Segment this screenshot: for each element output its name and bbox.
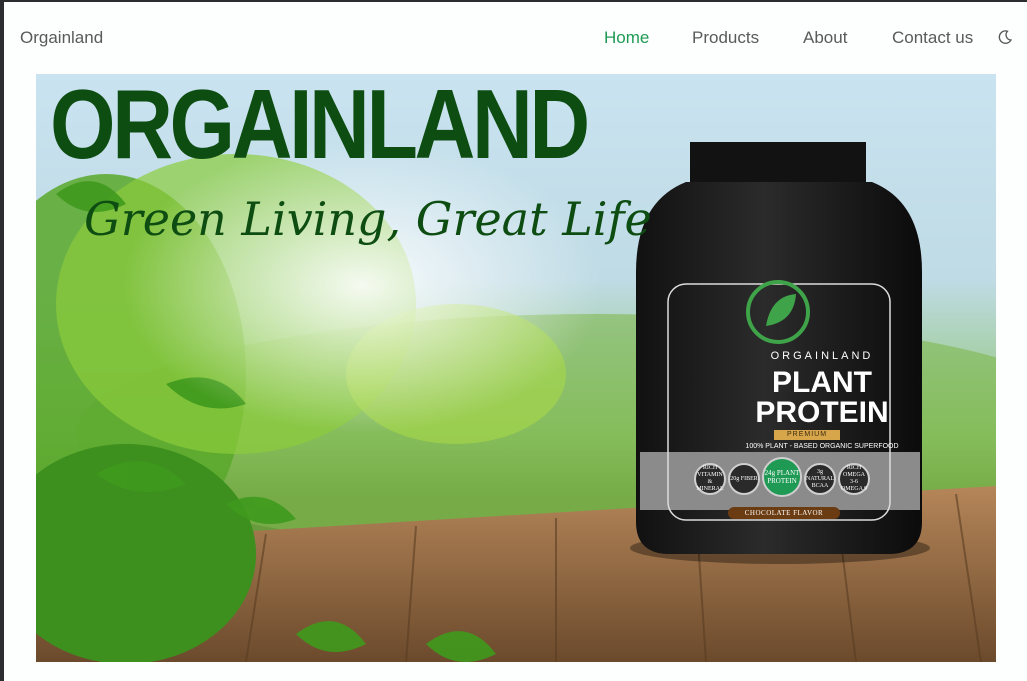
- badge-bcaa: 3g NATURAL BCAA: [804, 463, 836, 495]
- badge-vitamin: RICH VITAMIN & MINERAL: [694, 463, 726, 495]
- product-subtitle: 100% PLANT - BASED ORGANIC SUPERFOOD: [745, 443, 899, 450]
- hero-banner: ORGAINLAND Green Living, Great Life ORGA…: [36, 74, 996, 662]
- product-title: PLANT PROTEIN: [682, 368, 962, 428]
- nav-home[interactable]: Home: [604, 28, 649, 48]
- hero-title: ORGAINLAND: [50, 74, 590, 179]
- hero-tagline: Green Living, Great Life: [84, 192, 652, 246]
- badge-protein: 24g PLANT PROTEIN: [762, 457, 802, 497]
- badge-fiber: 20g FIBER: [728, 463, 760, 495]
- product-flavor: CHOCOLATE FLAVOR: [728, 507, 840, 519]
- page: Orgainland Home Products About Contact u…: [4, 2, 1027, 681]
- badge-omega: RICH OMEGA 3-6 OMEGA 9: [838, 463, 870, 495]
- product-title-line1: PLANT: [772, 366, 872, 399]
- site-brand[interactable]: Orgainland: [20, 28, 103, 48]
- nav-products[interactable]: Products: [692, 28, 759, 48]
- nav-contact[interactable]: Contact us: [892, 28, 973, 48]
- product-brand: ORGAINLAND: [770, 350, 874, 362]
- product-premium-tag: PREMIUM: [774, 430, 840, 440]
- product-title-line2: PROTEIN: [755, 396, 889, 429]
- nav-about[interactable]: About: [803, 28, 847, 48]
- moon-icon[interactable]: [997, 29, 1013, 45]
